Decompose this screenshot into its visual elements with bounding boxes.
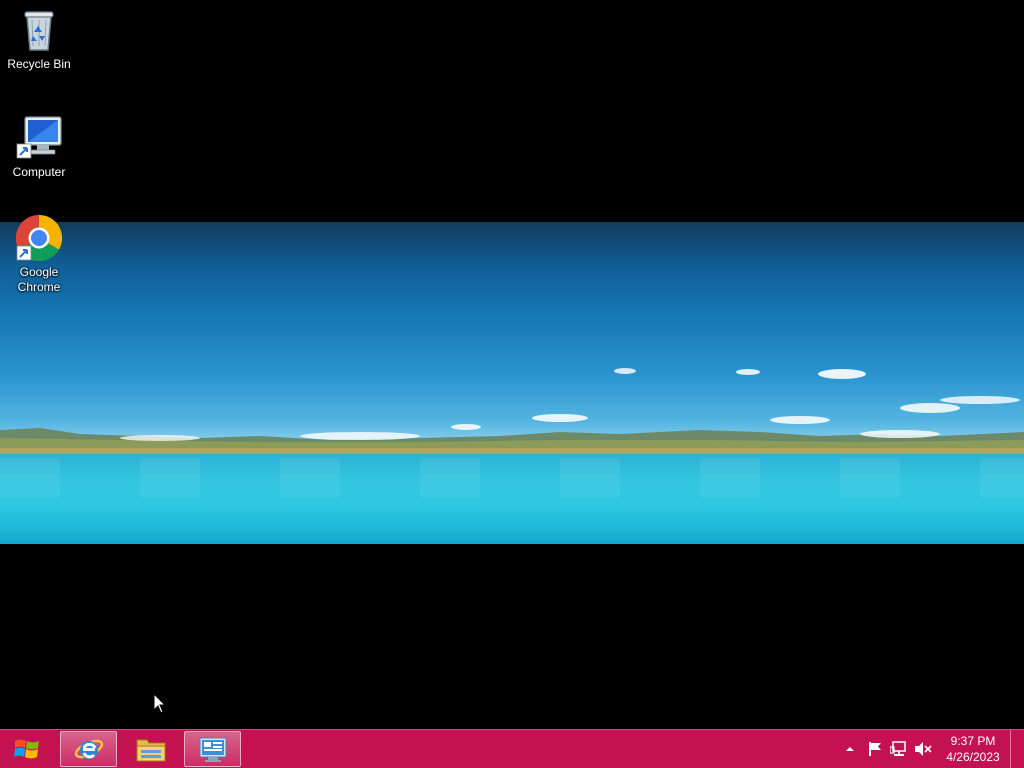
desktop-icon-computer[interactable]: Computer <box>1 114 77 180</box>
internet-explorer-icon <box>74 739 103 759</box>
control-panel-icon <box>199 737 226 762</box>
mouse-cursor-icon <box>153 693 167 714</box>
desktop-icon-label: Computer <box>12 165 66 179</box>
desktop-icon-label: Recycle Bin <box>7 57 71 71</box>
show-desktop-button[interactable] <box>1010 730 1024 768</box>
volume-button[interactable] <box>912 730 934 768</box>
show-hidden-icons-chevron-icon <box>846 747 854 751</box>
desktop-icon-label: Google Chrome <box>17 265 61 294</box>
clock-time: 9:37 PM <box>950 734 996 748</box>
taskbar-clock[interactable]: 9:37 PM 4/26/2023 <box>940 733 1006 765</box>
clock-date: 4/26/2023 <box>946 750 1000 764</box>
taskbar: 9:37 PM 4/26/2023 <box>0 729 1024 768</box>
show-hidden-icons-button[interactable] <box>842 730 858 768</box>
file-explorer-icon <box>136 739 165 762</box>
desktop-icon-recycle-bin[interactable]: Recycle Bin <box>1 6 77 72</box>
network-icon <box>890 741 906 756</box>
taskbar-control-panel-button[interactable] <box>184 731 241 767</box>
recycle-bin-icon <box>24 11 54 51</box>
start-button[interactable] <box>0 730 54 768</box>
windows-logo-icon <box>14 739 39 759</box>
taskbar-file-explorer-button[interactable] <box>122 731 179 767</box>
desktop-icon-google-chrome[interactable]: Google Chrome <box>1 214 77 295</box>
volume-muted-icon <box>915 742 932 756</box>
network-button[interactable] <box>888 730 910 768</box>
wallpaper-clouds <box>120 368 1020 441</box>
chrome-icon <box>15 214 63 262</box>
action-center-button[interactable] <box>864 730 886 768</box>
wallpaper-reflection <box>0 458 1024 498</box>
action-center-flag-icon <box>869 742 881 756</box>
desktop: Recycle Bin Computer Google Chrome <box>0 0 1024 729</box>
taskbar-internet-explorer-button[interactable] <box>60 731 117 767</box>
wallpaper <box>0 222 1024 544</box>
computer-icon <box>16 116 62 159</box>
